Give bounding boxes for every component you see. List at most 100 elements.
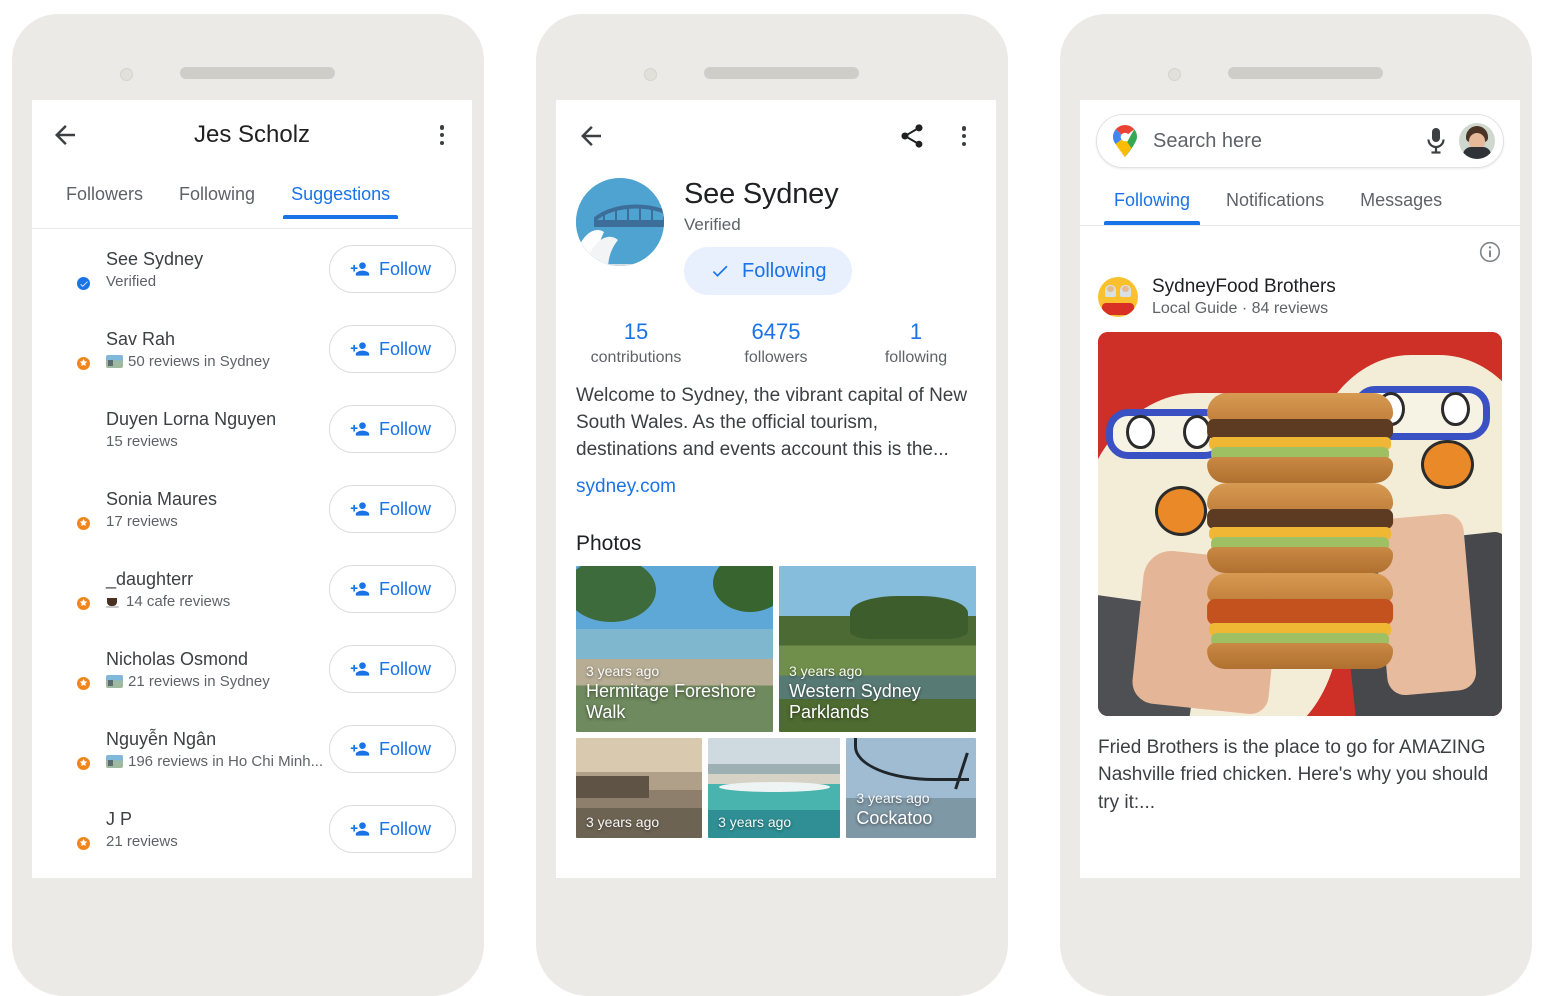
- tab-messages[interactable]: Messages: [1342, 180, 1460, 225]
- kebab-menu-icon[interactable]: [952, 124, 976, 148]
- feed-screen: Search here Following Notifications Mess…: [1080, 100, 1520, 878]
- photo-card[interactable]: 3 years ago Hermitage Foreshore Walk: [576, 565, 773, 732]
- photo-card[interactable]: 3 years ago Cockatoo: [846, 737, 976, 838]
- post-author-row[interactable]: SydneyFood Brothers Local Guide · 84 rev…: [1080, 264, 1520, 318]
- person-add-icon: [350, 502, 370, 516]
- person-add-icon: [350, 342, 370, 356]
- follow-button[interactable]: Follow: [328, 805, 456, 853]
- tab-bar: Followers Following Suggestions: [32, 170, 472, 228]
- suggestion-meta: J P 21 reviews: [106, 808, 329, 851]
- tab-suggestions[interactable]: Suggestions: [273, 176, 408, 219]
- suggestion-name: J P: [106, 808, 133, 829]
- suggestion-subtitle: 21 reviews: [106, 833, 329, 850]
- app-bar: Jes Scholz: [32, 100, 472, 170]
- photo-age: 3 years ago: [856, 790, 930, 807]
- microphone-icon[interactable]: [1425, 127, 1447, 155]
- share-icon[interactable]: [898, 122, 926, 150]
- suggestion-subtitle: 17 reviews: [106, 513, 329, 530]
- suggestion-meta: See Sydney Verified: [106, 248, 329, 291]
- local-guide-badge-icon: [75, 675, 92, 692]
- follow-button[interactable]: Follow: [328, 725, 456, 773]
- search-bar[interactable]: Search here: [1096, 114, 1504, 168]
- suggestion-row[interactable]: Sav Rah 50 reviews in Sydney Follow: [32, 309, 472, 389]
- following-button[interactable]: Following: [684, 247, 853, 295]
- page-title: Jes Scholz: [193, 121, 311, 148]
- tab-followers[interactable]: Followers: [48, 176, 161, 219]
- photo-card[interactable]: 3 years ago Western Sydney Parklands: [779, 565, 976, 732]
- follow-button[interactable]: Follow: [328, 485, 456, 533]
- follow-button-label: Follow: [378, 658, 431, 679]
- suggestion-row[interactable]: J P 21 reviews Follow: [32, 789, 472, 869]
- front-camera-icon: [1168, 68, 1181, 81]
- earpiece-speaker: [704, 67, 859, 79]
- profile-avatar[interactable]: [576, 178, 664, 266]
- suggestion-row[interactable]: See Sydney Verified Follow: [32, 229, 472, 309]
- back-arrow-icon[interactable]: [576, 121, 606, 151]
- suggestion-name: Sonia Maures: [106, 488, 218, 509]
- suggestion-subtitle-text: 21 reviews in Sydney: [128, 673, 270, 691]
- photo-age: 3 years ago: [586, 662, 660, 679]
- suggestion-subtitle: 15 reviews: [106, 433, 329, 450]
- profile-bio: Welcome to Sydney, the vibrant capital o…: [576, 385, 968, 460]
- photo-row-bottom: 3 years ago 3 years ago 3 years ago Cock…: [576, 737, 976, 838]
- stat-following[interactable]: 1 following: [846, 319, 986, 367]
- suggestion-row[interactable]: Nicholas Osmond 21 reviews in Sydney Follo…: [32, 629, 472, 709]
- phone-frame-3: Search here Following Notifications Mess…: [1060, 14, 1532, 996]
- avatar-initial: D: [60, 417, 76, 440]
- local-guide-badge-icon: [75, 595, 92, 612]
- person-add-icon: [350, 742, 370, 756]
- suggestion-name: _daughterr: [106, 568, 194, 589]
- suggestion-row[interactable]: D Duyen Lorna Nguyen 15 reviews Follow: [32, 389, 472, 469]
- tab-bar: Following Notifications Messages: [1080, 168, 1520, 225]
- stat-contributions[interactable]: 15 contributions: [566, 319, 706, 367]
- suggestion-name: Sav Rah: [106, 328, 176, 349]
- front-camera-icon: [120, 68, 133, 81]
- phone-frame-2: See Sydney Verified Following 15 contrib…: [536, 14, 1008, 996]
- suggestion-subtitle-text: 17 reviews: [106, 513, 178, 531]
- stat-value: 1: [909, 319, 923, 344]
- photo-age: 3 years ago: [718, 813, 792, 830]
- post-photo[interactable]: [1098, 332, 1502, 716]
- app-bar: [556, 100, 996, 172]
- earpiece-speaker: [1228, 67, 1383, 79]
- tab-notifications[interactable]: Notifications: [1208, 180, 1342, 225]
- info-icon[interactable]: [1478, 240, 1502, 264]
- suggestion-subtitle-text: 50 reviews in Sydney: [128, 353, 270, 371]
- profile-header: See Sydney Verified Following: [556, 172, 996, 295]
- follow-button[interactable]: Follow: [328, 565, 456, 613]
- suggestion-name: Nicholas Osmond: [106, 648, 249, 669]
- post-author-subtitle: Local Guide · 84 reviews: [1152, 300, 1329, 317]
- tab-following[interactable]: Following: [161, 176, 273, 219]
- local-guide-badge-icon: [75, 835, 92, 852]
- person-add-icon: [350, 662, 370, 676]
- suggestion-meta: Sav Rah 50 reviews in Sydney: [106, 328, 329, 371]
- follow-button[interactable]: Follow: [328, 325, 456, 373]
- three-phone-mockup: Jes Scholz Followers Following Suggestio…: [0, 0, 1556, 996]
- photo-emoji-icon: [106, 355, 123, 369]
- search-input[interactable]: Search here: [1153, 130, 1425, 153]
- tab-following[interactable]: Following: [1096, 180, 1208, 225]
- stat-followers[interactable]: 6475 followers: [706, 319, 846, 367]
- local-guide-badge-icon: [75, 755, 92, 772]
- suggestion-meta: Nguyễn Ngân 196 reviews in Ho Chi Minh...: [106, 728, 329, 770]
- follow-button-label: Follow: [378, 738, 431, 759]
- avatar: [46, 567, 92, 612]
- photo-card[interactable]: 3 years ago: [576, 737, 703, 838]
- follow-button[interactable]: Follow: [328, 245, 456, 293]
- suggestion-row[interactable]: Sonia Maures 17 reviews Follow: [32, 469, 472, 549]
- kebab-menu-icon[interactable]: [430, 123, 454, 147]
- earpiece-speaker: [180, 67, 335, 79]
- photo-emoji-icon: [106, 675, 123, 689]
- avatar: [46, 247, 92, 292]
- follow-button[interactable]: Follow: [328, 405, 456, 453]
- suggestion-row[interactable]: _daughterr 14 cafe reviews Follow: [32, 549, 472, 629]
- post-author-name: SydneyFood Brothers: [1152, 276, 1336, 297]
- account-avatar[interactable]: [1459, 123, 1495, 159]
- website-link[interactable]: sydney.com: [556, 464, 696, 498]
- back-arrow-icon[interactable]: [50, 120, 80, 150]
- profile-name: See Sydney: [684, 178, 839, 210]
- photo-card[interactable]: 3 years ago: [708, 737, 841, 838]
- follow-button-label: Follow: [378, 338, 431, 359]
- suggestion-row[interactable]: Nguyễn Ngân 196 reviews in Ho Chi Minh...…: [32, 709, 472, 789]
- follow-button[interactable]: Follow: [328, 645, 456, 693]
